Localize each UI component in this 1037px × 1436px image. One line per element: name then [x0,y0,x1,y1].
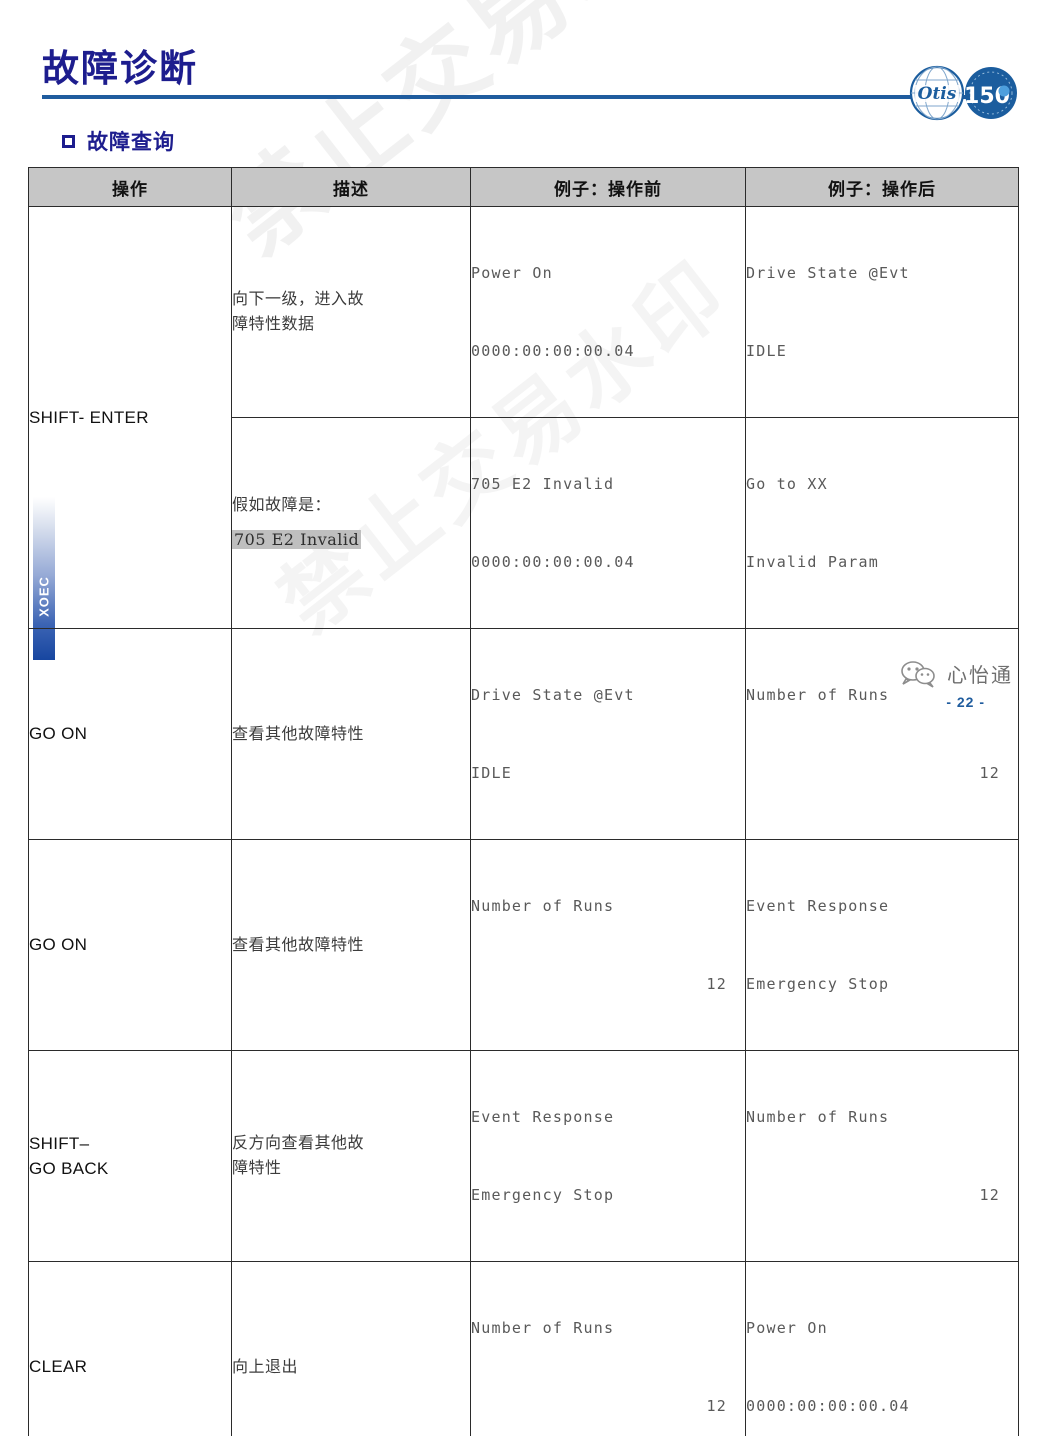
before-line: Emergency Stop [471,1182,745,1208]
before-line: 12 [471,1393,745,1419]
after-line: Number of Runs [746,1104,1018,1130]
after-line: Invalid Param [746,549,1018,575]
column-header-description: 描述 [232,168,471,207]
after-line: Go to XX [746,471,1018,497]
table-row: GO ON 查看其他故障特性 Drive State @Evt IDLE Num… [29,629,1019,840]
description-line: 向上退出 [232,1355,470,1380]
column-header-operation: 操作 [29,168,232,207]
highlighted-fault-code: 705 E2 Invalid [232,530,361,549]
cell-description: 向上退出 [232,1262,471,1436]
page-title: 故障诊断 [42,38,198,92]
square-bullet-icon [62,135,75,148]
wechat-icon [899,660,939,688]
after-line: 0000:00:00:00.04 [746,1393,1018,1419]
cell-operation: CLEAR [29,1262,232,1436]
section-heading: 故障查询 [62,126,175,156]
section-heading-label: 故障查询 [87,126,175,156]
cell-description: 反方向查看其他故 障特性 [232,1051,471,1262]
after-line: 12 [746,760,1018,786]
after-line: 12 [746,1182,1018,1208]
description-line: 查看其他故障特性 [232,722,470,747]
before-line: Number of Runs [471,893,745,919]
cell-operation: GO ON [29,629,232,840]
after-line: Emergency Stop [746,971,1018,997]
cell-after: Drive State @Evt IDLE [746,207,1019,418]
cell-description: 查看其他故障特性 [232,629,471,840]
column-header-before: 例子：操作前 [471,168,746,207]
cell-description: 向下一级，进入故 障特性数据 [232,207,471,418]
before-line: Number of Runs [471,1315,745,1341]
cell-before: Number of Runs 12 [471,840,746,1051]
description-line: 查看其他故障特性 [232,933,470,958]
cell-operation: SHIFT- ENTER [29,207,232,629]
operation-line: SHIFT– [29,1131,231,1157]
column-header-after: 例子：操作后 [746,168,1019,207]
description-line: 假如故障是： [232,493,470,518]
title-divider-rule [42,95,1010,99]
description-line: 反方向查看其他故 [232,1131,470,1156]
description-line: 障特性 [232,1156,470,1181]
table-row: SHIFT– GO BACK 反方向查看其他故 障特性 Event Respon… [29,1051,1019,1262]
cell-before: Power On 0000:00:00:00.04 [471,207,746,418]
table-row: GO ON 查看其他故障特性 Number of Runs 12 Event R… [29,840,1019,1051]
operations-table: 操作 描述 例子：操作前 例子：操作后 SHIFT- ENTER 向下一级，进入… [28,167,1019,1436]
cell-before: Number of Runs 12 [471,1262,746,1436]
cell-before: Event Response Emergency Stop [471,1051,746,1262]
before-line: 0000:00:00:00.04 [471,549,745,575]
cell-after: Go to XX Invalid Param [746,418,1019,629]
otis-logo-wordmark: Otis [918,84,957,104]
before-line: 0000:00:00:00.04 [471,338,745,364]
otis-logo: Otis 150 [907,64,1019,122]
description-highlight: 705 E2 Invalid [232,528,470,553]
cell-after: Number of Runs 12 [746,1051,1019,1262]
cell-description: 查看其他故障特性 [232,840,471,1051]
before-line: Power On [471,260,745,286]
cell-operation: GO ON [29,840,232,1051]
table-row: CLEAR 向上退出 Number of Runs 12 Power On 00… [29,1262,1019,1436]
cell-before: 705 E2 Invalid 0000:00:00:00.04 [471,418,746,629]
cell-after: Event Response Emergency Stop [746,840,1019,1051]
before-line: 705 E2 Invalid [471,471,745,497]
footer-brand-name: 心怡通 [947,659,1013,688]
description-line: 向下一级，进入故 [232,287,470,312]
description-line: 障特性数据 [232,312,470,337]
cell-before: Drive State @Evt IDLE [471,629,746,840]
otis-logo-svg: Otis 150 [907,64,1019,122]
cell-operation: SHIFT– GO BACK [29,1051,232,1262]
cell-description: 假如故障是： 705 E2 Invalid [232,418,471,629]
after-line: IDLE [746,338,1018,364]
table-header-row: 操作 描述 例子：操作前 例子：操作后 [29,168,1019,207]
table-row: SHIFT- ENTER 向下一级，进入故 障特性数据 Power On 000… [29,207,1019,418]
before-line: Event Response [471,1104,745,1130]
before-line: IDLE [471,760,745,786]
before-line: Drive State @Evt [471,682,745,708]
operation-line: GO BACK [29,1156,231,1182]
before-line: 12 [471,971,745,997]
page-number: - 22 - [946,694,985,710]
footer-brand: 心怡通 [899,659,1013,688]
after-line: Power On [746,1315,1018,1341]
after-line: Drive State @Evt [746,260,1018,286]
cell-after: Power On 0000:00:00:00.04 [746,1262,1019,1436]
after-line: Event Response [746,893,1018,919]
